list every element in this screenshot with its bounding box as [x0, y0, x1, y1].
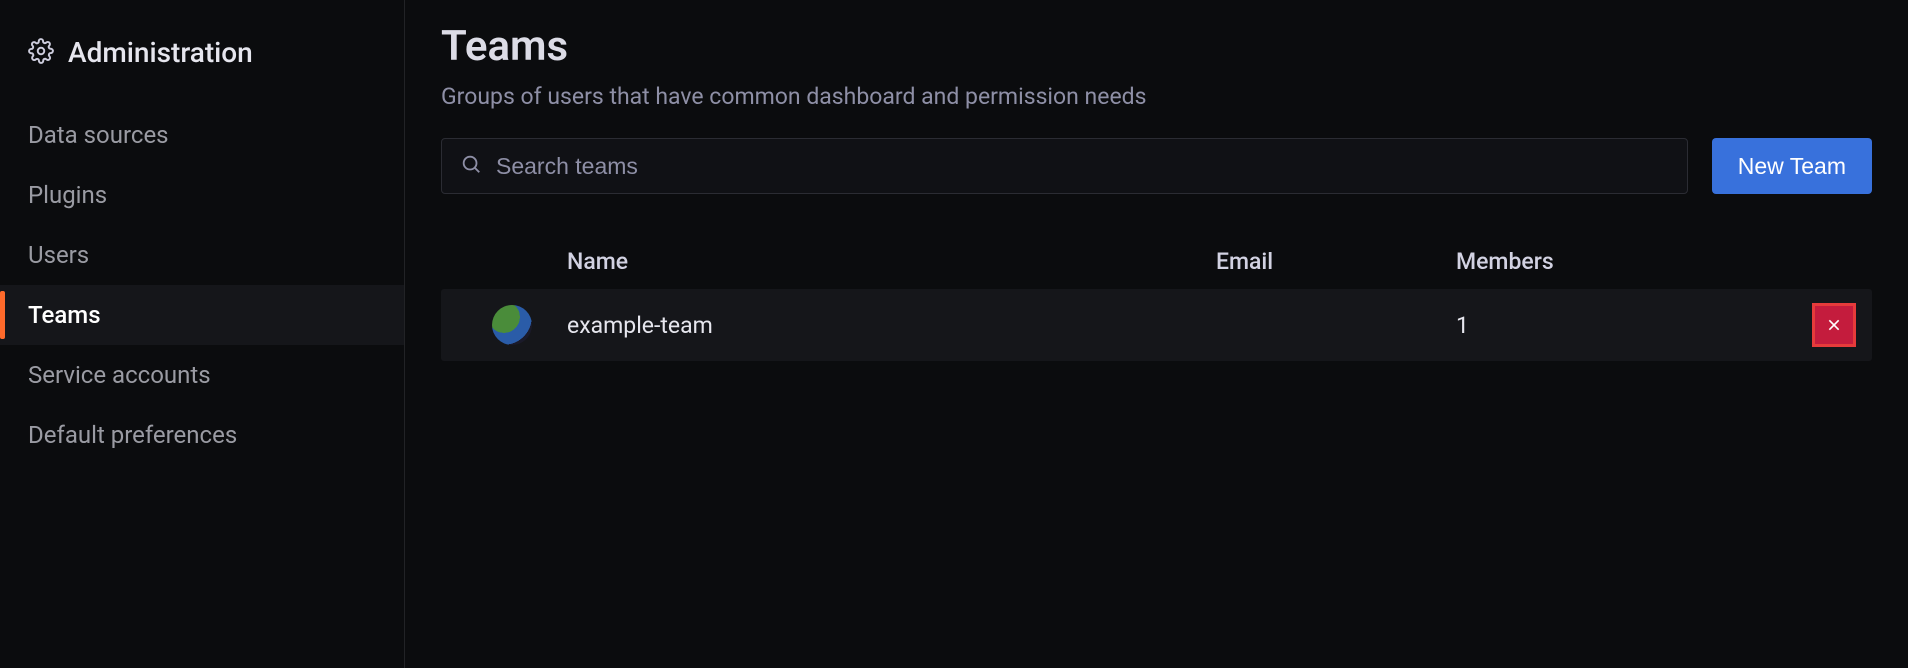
cell-actions — [1796, 303, 1856, 347]
sidebar-item-label: Default preferences — [28, 421, 237, 449]
page-subtitle: Groups of users that have common dashboa… — [441, 83, 1872, 110]
col-name-header: Name — [567, 248, 1216, 275]
main-content: Teams Groups of users that have common d… — [405, 0, 1908, 668]
cell-members: 1 — [1456, 312, 1796, 339]
page-title: Teams — [441, 22, 1872, 71]
sidebar-item-label: Teams — [28, 301, 101, 329]
sidebar-item-label: Service accounts — [28, 361, 211, 389]
search-input[interactable] — [496, 153, 1669, 180]
col-email-header: Email — [1216, 248, 1456, 275]
sidebar-item-users[interactable]: Users — [0, 225, 404, 285]
sidebar-item-label: Data sources — [28, 121, 169, 149]
toolbar: New Team — [441, 138, 1872, 194]
sidebar-item-default-preferences[interactable]: Default preferences — [0, 405, 404, 465]
sidebar-item-teams[interactable]: Teams — [0, 285, 404, 345]
close-icon — [1826, 312, 1842, 339]
cell-avatar — [457, 305, 567, 345]
sidebar-title: Administration — [68, 36, 253, 69]
sidebar-item-label: Users — [28, 241, 89, 269]
delete-team-button[interactable] — [1812, 303, 1856, 347]
new-team-button[interactable]: New Team — [1712, 138, 1872, 194]
gear-icon — [28, 38, 54, 68]
sidebar-item-plugins[interactable]: Plugins — [0, 165, 404, 225]
sidebar-header: Administration — [0, 24, 404, 105]
search-wrap[interactable] — [441, 138, 1688, 194]
col-members-header: Members — [1456, 248, 1796, 275]
team-avatar — [492, 305, 532, 345]
table-row[interactable]: example-team 1 — [441, 289, 1872, 361]
sidebar-item-service-accounts[interactable]: Service accounts — [0, 345, 404, 405]
sidebar: Administration Data sources Plugins User… — [0, 0, 405, 668]
sidebar-item-data-sources[interactable]: Data sources — [0, 105, 404, 165]
sidebar-item-label: Plugins — [28, 181, 107, 209]
cell-name: example-team — [567, 312, 1216, 339]
teams-table: Name Email Members example-team 1 — [441, 234, 1872, 361]
table-header: Name Email Members — [441, 234, 1872, 289]
search-icon — [460, 153, 482, 179]
